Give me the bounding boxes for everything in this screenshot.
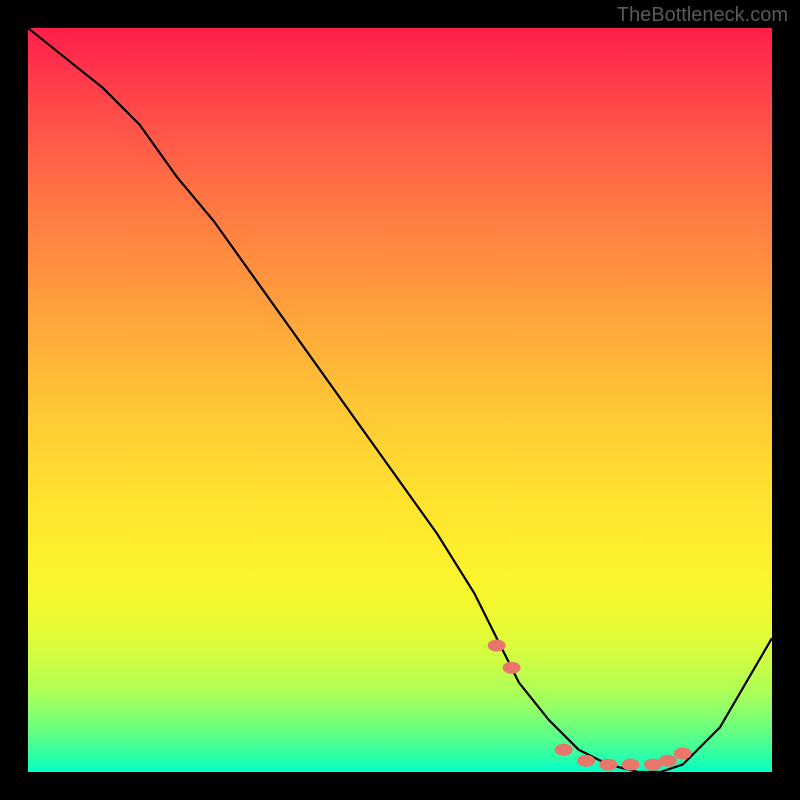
highlight-dot [674,747,692,759]
highlight-dot [503,662,521,674]
chart-svg [28,28,772,772]
highlight-dot [599,759,617,771]
highlight-dot [659,755,677,767]
highlight-dots-group [488,640,692,771]
highlight-dot [555,744,573,756]
highlight-dot [577,755,595,767]
bottleneck-curve-path [28,28,772,772]
chart-plot-area [28,28,772,772]
watermark-text: TheBottleneck.com [617,4,788,27]
highlight-dot [622,759,640,771]
highlight-dot [488,640,506,652]
